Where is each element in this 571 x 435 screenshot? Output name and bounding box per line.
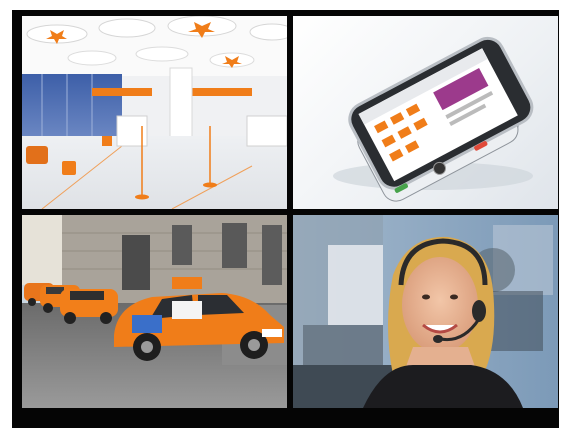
smartphone-photo	[293, 16, 558, 209]
orange-taxis-photo	[22, 215, 287, 408]
office-interior-photo	[22, 16, 287, 209]
call-center-agent-photo	[293, 215, 558, 408]
